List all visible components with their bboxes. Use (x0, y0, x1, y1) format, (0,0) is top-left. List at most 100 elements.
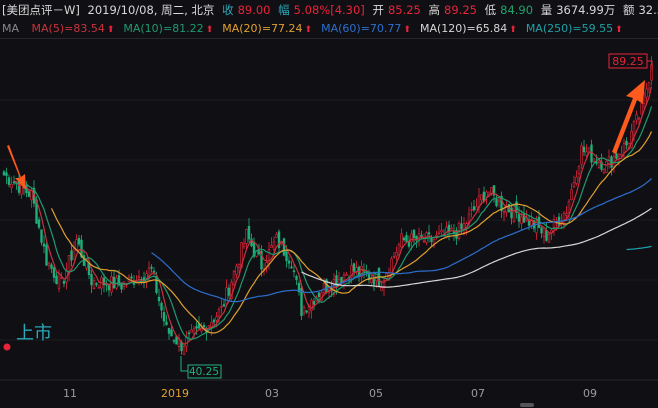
candle-body (590, 144, 593, 163)
candle-body (460, 223, 463, 230)
candle-body (640, 103, 643, 115)
candlestick-chart[interactable]: 11 2019 03 05 07 09 89.25 40.25 上市 (0, 0, 658, 408)
candle-body (427, 232, 431, 235)
candle-body (395, 251, 398, 257)
candle-body (577, 166, 581, 174)
candle-body (472, 206, 476, 211)
candle-body (90, 274, 93, 286)
scrollbar-thumb[interactable] (520, 403, 534, 407)
candle-body (585, 151, 588, 156)
candle-body (300, 288, 303, 316)
candle-body (480, 194, 483, 201)
candle-body (270, 245, 273, 248)
candle-body (620, 153, 623, 156)
candle-body (172, 340, 176, 342)
ma-line-5 (13, 86, 653, 345)
candle-body (235, 265, 238, 275)
candle-body (45, 244, 48, 266)
candle-body (70, 250, 73, 261)
candle-body (490, 187, 493, 194)
candle-body (637, 117, 641, 120)
ma-line-250 (626, 245, 652, 251)
candle-body (165, 321, 168, 326)
candle-body (72, 248, 76, 260)
candle-body (615, 153, 618, 159)
candle-body (12, 181, 16, 184)
candle-body (605, 161, 608, 173)
candle-body (40, 229, 43, 243)
candle-body (317, 292, 321, 297)
candle-body (432, 239, 436, 245)
candle-body (355, 267, 358, 272)
candle-body (287, 260, 291, 264)
x-tick-label: 11 (63, 387, 77, 400)
candle-body (632, 121, 636, 136)
candle-body (617, 154, 621, 158)
candle-body (580, 145, 583, 165)
candle-body (220, 305, 223, 308)
candle-body (422, 240, 426, 243)
candle-body (312, 301, 316, 305)
candle-body (440, 229, 443, 233)
candle-body (157, 296, 161, 302)
candle-body (562, 212, 566, 225)
candle-body (305, 310, 308, 313)
candle-body (225, 287, 228, 304)
candle-body (622, 143, 626, 153)
candle-body (540, 227, 543, 234)
candle-body (485, 191, 488, 198)
candle-body (290, 266, 293, 269)
candle-body (392, 256, 396, 258)
candle-body (55, 275, 58, 285)
min-price-label: 40.25 (189, 366, 219, 378)
candle-body (400, 233, 403, 248)
candle-body (242, 243, 246, 247)
candle-body (160, 302, 163, 311)
candle-body (175, 336, 178, 345)
candle-body (505, 207, 508, 213)
candle-body (110, 276, 113, 293)
candle-body (7, 177, 11, 185)
candle-body (572, 182, 576, 188)
candle-body (545, 230, 548, 241)
candle-body (77, 237, 81, 245)
candle-body (87, 263, 91, 276)
candle-body (462, 223, 466, 233)
candle-body (227, 287, 231, 296)
ma-line-20 (50, 131, 653, 334)
candle-body (295, 276, 298, 280)
candle-body (102, 277, 106, 286)
listing-dot (3, 343, 11, 351)
candle-body (42, 243, 46, 247)
arrow-icon (612, 80, 645, 154)
candle-body (50, 264, 53, 269)
candle-body (57, 273, 61, 289)
candle-body (52, 267, 56, 278)
candle-body (167, 327, 171, 334)
candle-body (402, 237, 406, 241)
candle-body (170, 329, 173, 337)
candle-body (62, 280, 66, 284)
candle-body (475, 206, 478, 211)
candle-body (92, 279, 96, 289)
candle-body (112, 276, 116, 289)
candle-body (587, 147, 591, 153)
candle-body (282, 238, 286, 256)
candle-body (237, 263, 241, 268)
candle-body (182, 346, 186, 355)
candle-body (232, 271, 236, 286)
candle-body (352, 263, 356, 272)
candle-body (405, 235, 408, 242)
candle-body (582, 146, 586, 153)
x-tick-label: 03 (265, 387, 279, 400)
candle-body (647, 82, 651, 90)
candle-body (372, 279, 376, 285)
candle-body (517, 213, 521, 222)
x-tick-label: 09 (583, 387, 597, 400)
candle-body (192, 328, 196, 334)
candle-body (592, 158, 596, 162)
max-price-label: 89.25 (612, 55, 644, 68)
candle-body (512, 203, 516, 222)
candle-body (47, 262, 51, 266)
candle-body (547, 234, 551, 243)
